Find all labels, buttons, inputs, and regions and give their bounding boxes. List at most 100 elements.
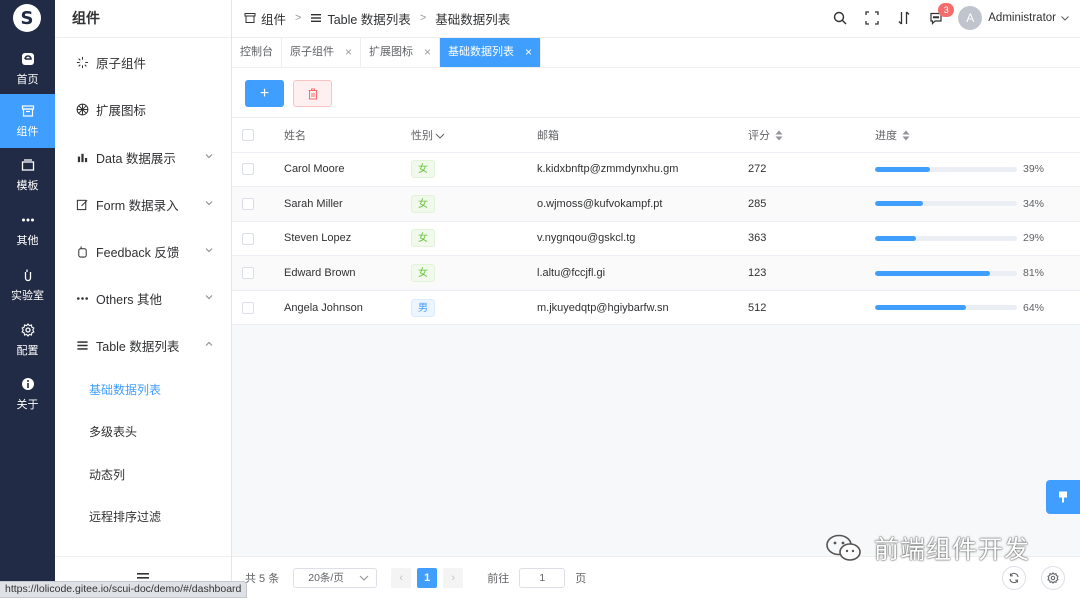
table-row[interactable]: Carol Moore 女 k.kidxbnftp@zmmdynxhu.gm 2… [232, 152, 1080, 188]
tab-label: 扩展图标 [369, 46, 414, 58]
filter-chevron-icon[interactable] [435, 132, 445, 140]
gender-cell: 女 [411, 255, 537, 291]
sort-icon[interactable] [902, 130, 910, 141]
sparkle-icon [75, 55, 89, 69]
search-button[interactable] [824, 0, 856, 36]
tab-dashboard[interactable]: 控制台 [232, 38, 282, 67]
menu-item-form[interactable]: Form 数据录入 [55, 184, 231, 224]
breadcrumb-item[interactable]: Table 数据列表 [310, 9, 411, 28]
gender-cell: 男 [411, 290, 537, 326]
progress-fill [875, 166, 931, 172]
rail-item-label: 首页 [16, 73, 39, 86]
progress-bar [875, 270, 1017, 276]
rail-item-label: 组件 [16, 125, 39, 138]
submenu-item-dynamic-column[interactable]: 动态列 [55, 457, 231, 493]
rail-item-lab[interactable]: 实验室 [0, 258, 55, 312]
column-header-gender[interactable]: 性别 [411, 118, 537, 153]
task-button[interactable] [888, 0, 920, 36]
row-select-cell [232, 221, 284, 257]
tab-basic-table[interactable]: 基础数据列表 × [440, 38, 542, 67]
home-icon [21, 52, 35, 66]
row-checkbox[interactable] [242, 301, 254, 314]
menu-item-data[interactable]: Data 数据展示 [55, 137, 231, 177]
more-icon [21, 213, 35, 227]
table-row[interactable]: Angela Johnson 男 m.jkuyedqtp@hgiybarfw.s… [232, 290, 1080, 326]
menu-item-table[interactable]: Table 数据列表 [55, 325, 231, 365]
column-label: 性别 [411, 129, 433, 142]
email-cell: m.jkuyedqtp@hgiybarfw.sn [537, 290, 748, 326]
floating-help-button[interactable] [1046, 480, 1080, 514]
rail-item-about[interactable]: 关于 [0, 367, 55, 421]
sort-arrows-icon [898, 11, 910, 25]
next-page-button[interactable]: › [443, 567, 464, 588]
column-header-score[interactable]: 评分 [748, 118, 875, 153]
gender-tag: 女 [411, 194, 435, 213]
submenu-item-remote-sort[interactable]: 远程排序过滤 [55, 499, 231, 535]
tab-atomic[interactable]: 原子组件 × [282, 38, 362, 67]
column-header-progress[interactable]: 进度 [875, 118, 1080, 153]
gender-cell: 女 [411, 221, 537, 257]
delete-button[interactable] [293, 80, 332, 107]
table-row[interactable]: Sarah Miller 女 o.wjmoss@kufvokampf.pt 28… [232, 186, 1080, 222]
message-button[interactable]: 3 [920, 0, 955, 36]
breadcrumb-separator: > [419, 12, 427, 24]
page-number-button[interactable]: 1 [417, 567, 438, 588]
fullscreen-button[interactable] [856, 0, 888, 36]
name-cell: Edward Brown [284, 255, 411, 291]
add-button[interactable]: + [245, 80, 284, 107]
progress-cell: 64% [875, 290, 1080, 326]
progress-cell: 81% [875, 255, 1080, 291]
refresh-button[interactable] [1002, 566, 1026, 590]
breadcrumb-item[interactable]: 组件 [244, 9, 286, 28]
prev-page-button[interactable]: ‹ [391, 567, 412, 588]
table-header-row: 姓名 性别 邮箱 评分 进度 [232, 118, 1080, 153]
user-menu[interactable]: A Administrator [958, 6, 1070, 30]
submenu-item-basic-table[interactable]: 基础数据列表 [55, 372, 231, 408]
close-icon[interactable]: × [424, 38, 431, 67]
close-icon[interactable]: × [345, 38, 352, 67]
rail-item-label: 实验室 [11, 289, 44, 302]
column-label: 邮箱 [537, 129, 559, 142]
row-checkbox[interactable] [242, 267, 254, 280]
tab-icons[interactable]: 扩展图标 × [361, 38, 441, 67]
goto-page-input[interactable]: 1 [519, 567, 566, 588]
select-all-cell [232, 118, 284, 153]
rail-item-config[interactable]: 配置 [0, 313, 55, 367]
goto-unit: 页 [575, 572, 587, 585]
breadcrumb-label: 组件 [261, 12, 287, 27]
progress-cell: 29% [875, 221, 1080, 257]
rail-item-home[interactable]: 首页 [0, 42, 55, 96]
rail-item-label: 关于 [16, 398, 39, 411]
menu-item-feedback[interactable]: Feedback 反馈 [55, 231, 231, 271]
rail-item-more[interactable]: 其他 [0, 203, 55, 257]
progress-fill [875, 305, 966, 311]
wechat-icon [826, 534, 861, 561]
sort-icon[interactable] [775, 130, 783, 141]
progress-fill [875, 270, 991, 276]
column-label: 进度 [875, 129, 897, 142]
close-icon[interactable]: × [525, 38, 532, 67]
app-logo[interactable]: S [13, 4, 41, 32]
row-checkbox[interactable] [242, 232, 254, 245]
select-all-checkbox[interactable] [242, 128, 254, 141]
rail-item-component[interactable]: 组件 [0, 94, 55, 148]
menu-item-icons[interactable]: 扩展图标 [55, 89, 231, 129]
rail-item-template[interactable]: 模板 [0, 148, 55, 202]
table-row[interactable]: Steven Lopez 女 v.nygnqou@gskcl.tg 363 29… [232, 221, 1080, 257]
row-checkbox[interactable] [242, 163, 254, 176]
bar-chart-icon [75, 150, 89, 164]
gender-cell: 女 [411, 186, 537, 222]
row-checkbox[interactable] [242, 197, 254, 210]
hand-icon [75, 244, 89, 258]
chevron-down-icon [205, 295, 213, 300]
menu-item-atomic[interactable]: 原子组件 [55, 42, 231, 82]
name-cell: Steven Lopez [284, 221, 411, 257]
submenu-item-multi-header[interactable]: 多级表头 [55, 414, 231, 450]
table-settings-button[interactable] [1041, 566, 1065, 590]
page-size-select[interactable]: 20条/页 [293, 567, 378, 588]
browser-status-url: https://lolicode.gitee.io/scui-doc/demo/… [0, 581, 248, 598]
table-row[interactable]: Edward Brown 女 l.altu@fccjfl.gi 123 81% [232, 255, 1080, 291]
menu-item-others[interactable]: Others 其他 [55, 278, 231, 318]
score-cell: 272 [748, 152, 875, 188]
progress-text: 81% [1023, 267, 1045, 280]
